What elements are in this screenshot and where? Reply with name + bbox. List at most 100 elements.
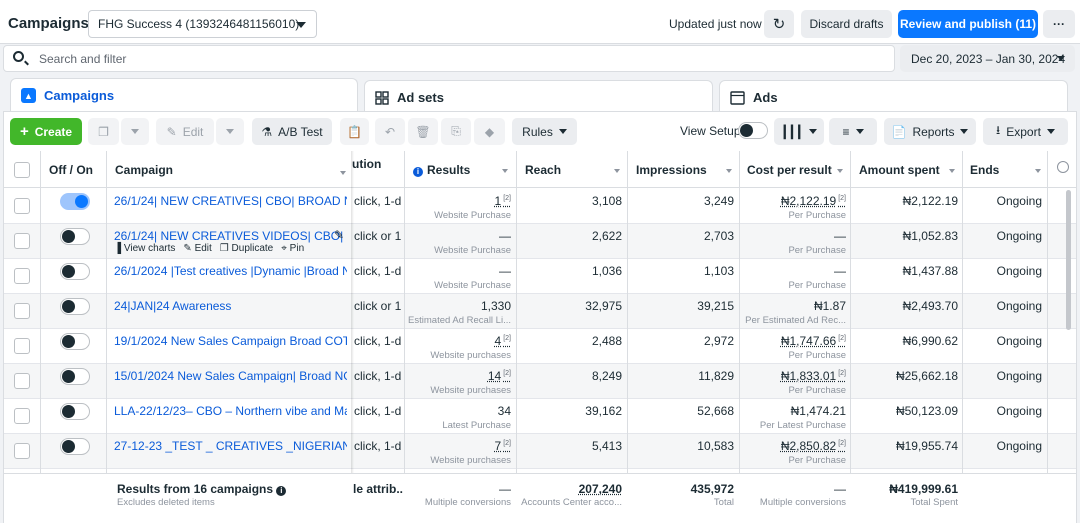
pin-action[interactable]: ⌖ Pin [281, 243, 304, 254]
row-checkbox[interactable] [14, 198, 30, 214]
chevron-down-icon [1046, 129, 1055, 134]
edit-dropdown[interactable] [216, 118, 244, 145]
col-campaign[interactable]: Campaign [115, 163, 173, 177]
review-publish-button[interactable]: Review and publish (11) [898, 10, 1038, 38]
table-row[interactable]: LLA-22/12/23– CBO – Northern vibe and Ma… [4, 399, 1076, 434]
campaign-toggle[interactable] [60, 263, 90, 280]
cpr-value: — [834, 229, 846, 243]
results-number: 34 [497, 404, 511, 418]
discard-drafts-button[interactable]: Discard drafts [801, 10, 892, 38]
col-attribution[interactable]: ution [352, 157, 381, 171]
sort-icon [726, 169, 732, 173]
table-row[interactable]: 27-12-23 _TEST _ CREATIVES _NIGERIAN CIT… [4, 434, 1076, 469]
tab-ad-sets[interactable]: Ad sets [364, 80, 713, 114]
campaign-toggle[interactable] [60, 228, 90, 245]
export-button[interactable]: ⭳ Export [983, 118, 1068, 145]
toggle-knob [62, 370, 75, 383]
delete-button[interactable]: 🗑 [408, 118, 438, 145]
col-reach[interactable]: Reach [525, 163, 561, 177]
campaign-name-link[interactable]: 24|JAN|24 Awareness [114, 299, 347, 313]
campaign-toggle[interactable] [60, 298, 90, 315]
campaign-name-link[interactable]: 15/01/2024 New Sales Campaign| Broad NG … [114, 369, 347, 383]
row-checkbox[interactable] [14, 268, 30, 284]
account-name: FHG Success 4 (1393246481156010) [98, 17, 300, 31]
campaign-toggle[interactable] [60, 333, 90, 350]
refresh-button[interactable]: ↻ [764, 10, 794, 38]
reach-value: 1,036 [591, 264, 622, 278]
vertical-scrollbar[interactable] [1066, 190, 1071, 330]
footer-attribution: le attrib... [353, 482, 403, 496]
campaign-name-link[interactable]: 27-12-23 _TEST _ CREATIVES _NIGERIAN CIT… [114, 439, 347, 453]
table-row[interactable]: 26/1/24| NEW CREATIVES VIDEOS| CBO| BR..… [4, 224, 1076, 259]
undo-button[interactable]: ↶ [375, 118, 405, 145]
select-all-checkbox[interactable] [14, 162, 30, 178]
campaign-name-link[interactable]: 26/1/24| NEW CREATIVES| CBO| BROAD NG [114, 194, 347, 208]
edit-action[interactable]: ✎ Edit [183, 243, 211, 254]
campaign-toggle[interactable] [60, 193, 90, 210]
account-select[interactable]: FHG Success 4 (1393246481156010) [88, 10, 317, 38]
row-checkbox[interactable] [14, 408, 30, 424]
cpr-type: Per Purchase [788, 350, 846, 361]
pencil-icon: ✎ [166, 124, 177, 139]
col-amount[interactable]: Amount spent [859, 163, 940, 177]
edit-button[interactable]: ✎ Edit [156, 118, 214, 145]
tag-button[interactable]: ◆ [474, 118, 505, 145]
row-actions: ▐ View charts ✎ Edit ❐ Duplicate ⌖ Pin [114, 243, 304, 254]
rules-label: Rules [522, 124, 553, 139]
view-charts-action[interactable]: ▐ View charts [114, 243, 175, 254]
results-number: — [499, 229, 511, 243]
table-row[interactable]: 19/1/2024 New Sales Campaign Broad COT cl… [4, 329, 1076, 364]
table-row[interactable]: 15/01/2024 New Sales Campaign| Broad NG … [4, 364, 1076, 399]
duplicate-dropdown[interactable] [121, 118, 149, 145]
undo-icon: ↶ [384, 124, 396, 139]
duplicate-button[interactable]: ❐ [88, 118, 119, 145]
results-type: Website purchases [430, 385, 511, 396]
table-row[interactable]: 24|JAN|24 Awareness click or 1... 1,330 Est… [4, 294, 1076, 329]
impressions-value: 2,703 [703, 229, 734, 243]
row-checkbox[interactable] [14, 373, 30, 389]
date-range-picker[interactable]: Dec 20, 2023 – Jan 30, 2024 [900, 45, 1075, 72]
campaign-name-link[interactable]: 26/1/2024 |Test creatives |Dynamic |Broa… [114, 264, 347, 278]
campaign-name-link[interactable]: 26/1/24| NEW CREATIVES VIDEOS| CBO| BR..… [114, 229, 347, 243]
tab-campaigns[interactable]: ▲ Campaigns [10, 78, 358, 112]
search-input[interactable] [39, 50, 879, 68]
col-results[interactable]: i Results [413, 163, 470, 177]
rules-button[interactable]: Rules [512, 118, 577, 145]
breakdown-button[interactable]: ≡ [829, 118, 877, 145]
col-ends[interactable]: Ends [970, 163, 999, 177]
create-button[interactable]: + Create [10, 118, 82, 145]
view-setup-toggle[interactable] [738, 122, 768, 139]
table-row[interactable]: 26/1/24| NEW CREATIVES| CBO| BROAD NG cli… [4, 189, 1076, 224]
row-checkbox[interactable] [14, 338, 30, 354]
duplicate-action[interactable]: ❐ Duplicate [220, 243, 273, 254]
tab-ads[interactable]: Ads [719, 80, 1068, 114]
campaign-toggle[interactable] [60, 403, 90, 420]
attribution-setting: click, 1-d... [354, 194, 402, 208]
pin-icon: ⌖ [281, 243, 287, 254]
ab-test-button[interactable]: ⚗ A/B Test [252, 118, 332, 145]
row-checkbox[interactable] [14, 443, 30, 459]
campaign-toggle[interactable] [60, 368, 90, 385]
campaign-name-link[interactable]: 19/1/2024 New Sales Campaign Broad COT [114, 334, 347, 348]
ends-value: Ongoing [996, 369, 1042, 383]
attribution-setting: click, 1-d... [354, 334, 402, 348]
row-checkbox[interactable] [14, 233, 30, 249]
results-type: Website Purchase [434, 210, 511, 221]
pencil-icon[interactable]: ✎ [334, 228, 344, 242]
add-column-icon[interactable] [1057, 161, 1069, 173]
results-footnote: [2] [503, 440, 511, 447]
preview-button[interactable]: ⎘ [441, 118, 471, 145]
table-row[interactable]: 26/1/2024 |Test creatives |Dynamic |Broa… [4, 259, 1076, 294]
more-options-button[interactable]: ··· [1043, 10, 1075, 38]
columns-button[interactable]: ┃┃┃ [774, 118, 824, 145]
campaign-toggle[interactable] [60, 438, 90, 455]
clipboard-button[interactable]: 📋 [340, 118, 369, 145]
col-impressions[interactable]: Impressions [636, 163, 707, 177]
footer-reach: 207,240 [578, 482, 622, 496]
col-cpr[interactable]: Cost per result [747, 163, 832, 177]
reports-button[interactable]: 📄 Reports [884, 118, 976, 145]
campaign-name-link[interactable]: LLA-22/12/23– CBO – Northern vibe and Ma… [114, 404, 347, 418]
cpr-number: ₦1.87 [813, 299, 846, 313]
row-checkbox[interactable] [14, 303, 30, 319]
toggle-knob [62, 440, 75, 453]
